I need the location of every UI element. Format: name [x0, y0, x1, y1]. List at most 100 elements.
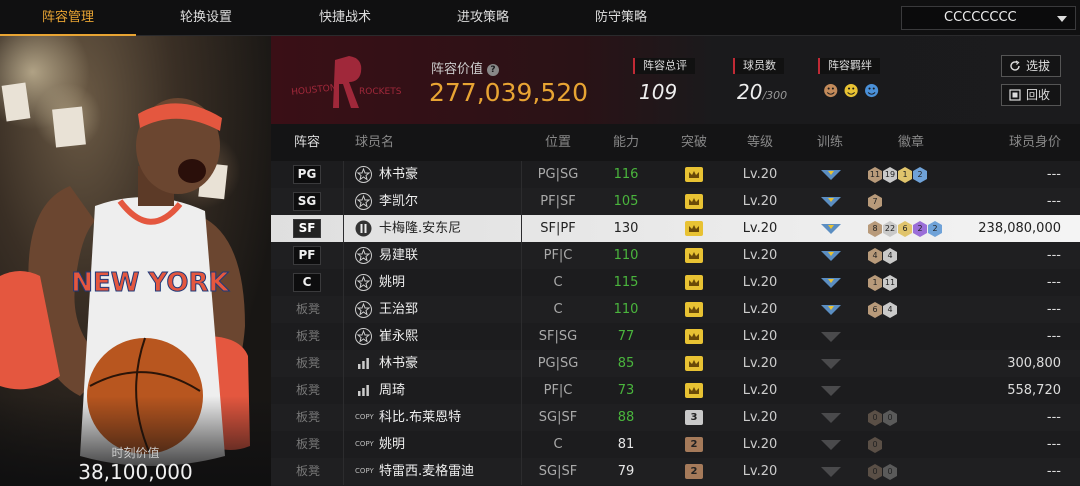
tab-defense-strategy[interactable]: 防守策略	[552, 0, 690, 36]
crown-icon[interactable]	[685, 275, 703, 290]
bond-people-icon[interactable]: ☻	[823, 82, 839, 100]
bond-people-icon[interactable]: ☻	[843, 82, 859, 100]
bench-slot-label[interactable]: 板凳	[293, 377, 323, 404]
header-level[interactable]: 等级	[729, 124, 791, 161]
bench-slot-label[interactable]: 板凳	[293, 296, 323, 323]
training-icon[interactable]	[820, 168, 842, 181]
badge-group[interactable]: 64	[868, 301, 898, 318]
account-dropdown[interactable]: CCCCCCCC	[901, 6, 1076, 30]
table-row[interactable]: SG 李凯尔 PF|SF 105 Lv.20 7 ---	[271, 188, 1080, 215]
crown-icon[interactable]	[685, 194, 703, 209]
training-icon[interactable]	[820, 411, 842, 424]
header-badges[interactable]: 徽章	[871, 124, 951, 161]
crown-icon[interactable]	[685, 248, 703, 263]
badge-hex-icon[interactable]: 6	[868, 302, 882, 318]
player-name[interactable]: 科比.布莱恩特	[379, 404, 461, 431]
player-name[interactable]: 易建联	[379, 242, 418, 269]
tab-quick-tactics[interactable]: 快捷战术	[276, 0, 414, 36]
bond-icons[interactable]: ☻ ☻ ☻	[823, 82, 879, 100]
badge-group[interactable]: 7	[868, 193, 883, 210]
badge-group[interactable]: 00	[868, 409, 898, 426]
badge-hex-icon[interactable]: 2	[928, 221, 942, 237]
position-slot-badge[interactable]: C	[293, 273, 321, 292]
header-slot[interactable]: 阵容	[271, 124, 343, 161]
header-training[interactable]: 训练	[799, 124, 861, 161]
crown-icon[interactable]	[685, 221, 703, 236]
badge-hex-icon[interactable]: 1	[898, 167, 912, 183]
player-name[interactable]: 崔永熙	[379, 323, 418, 350]
badge-hex-icon[interactable]: 0	[868, 464, 882, 480]
header-player-value[interactable]: 球员身价	[971, 124, 1061, 161]
tab-lineup-management[interactable]: 阵容管理	[0, 0, 136, 36]
table-row[interactable]: PF 易建联 PF|C 110 Lv.20 4 4 ---	[271, 242, 1080, 269]
header-player-name[interactable]: 球员名	[355, 124, 415, 161]
table-row[interactable]: PG 林书豪 PG|SG 116 Lv.20 11 19 1 2 ---	[271, 161, 1080, 188]
crown-icon[interactable]	[685, 302, 703, 317]
badge-hex-icon[interactable]: 19	[883, 167, 897, 183]
table-row[interactable]: 板凳 COPY 科比.布莱恩特 SG|SF 88 3 Lv.20 0 0 ---	[271, 404, 1080, 431]
bench-slot-label[interactable]: 板凳	[293, 458, 323, 485]
badge-hex-icon[interactable]: 4	[868, 248, 882, 264]
badge-hex-icon[interactable]: 0	[883, 464, 897, 480]
position-slot-badge[interactable]: SG	[293, 192, 321, 211]
table-row[interactable]: C 姚明 C 115 Lv.20 1 11 ---	[271, 269, 1080, 296]
badge-hex-icon[interactable]: 11	[883, 275, 897, 291]
badge-hex-icon[interactable]: 8	[868, 221, 882, 237]
crown-icon[interactable]	[685, 329, 703, 344]
table-row[interactable]: 板凳 林书豪 PG|SG 85 Lv.20 300,800	[271, 350, 1080, 377]
training-icon[interactable]	[820, 438, 842, 451]
badge-hex-icon[interactable]: 1	[868, 275, 882, 291]
bond-people-icon[interactable]: ☻	[864, 82, 880, 100]
crown-icon[interactable]	[685, 383, 703, 398]
breakthrough-level-badge[interactable]: 2	[685, 464, 703, 479]
bench-slot-label[interactable]: 板凳	[293, 431, 323, 458]
training-icon[interactable]	[820, 357, 842, 370]
player-name[interactable]: 周琦	[379, 377, 405, 404]
player-name[interactable]: 姚明	[379, 431, 405, 458]
badge-group[interactable]: 44	[868, 247, 898, 264]
help-icon[interactable]: ?	[487, 63, 500, 76]
badge-hex-icon[interactable]: 0	[868, 437, 882, 453]
header-breakthrough[interactable]: 突破	[663, 124, 725, 161]
crown-icon[interactable]	[685, 356, 703, 371]
badge-hex-icon[interactable]: 2	[913, 167, 927, 183]
player-name[interactable]: 王治郅	[379, 296, 418, 323]
training-icon[interactable]	[820, 249, 842, 262]
position-slot-badge[interactable]: PF	[293, 246, 321, 265]
tab-offense-strategy[interactable]: 进攻策略	[414, 0, 552, 36]
position-slot-badge[interactable]: SF	[293, 219, 321, 238]
table-row[interactable]: 板凳 崔永熙 SF|SG 77 Lv.20 ---	[271, 323, 1080, 350]
position-slot-badge[interactable]: PG	[293, 165, 321, 184]
badge-hex-icon[interactable]: 4	[883, 302, 897, 318]
training-icon[interactable]	[820, 465, 842, 478]
training-icon[interactable]	[820, 276, 842, 289]
badge-hex-icon[interactable]: 22	[883, 221, 897, 237]
bench-slot-label[interactable]: 板凳	[293, 350, 323, 377]
training-icon[interactable]	[820, 222, 842, 235]
badge-hex-icon[interactable]: 4	[883, 248, 897, 264]
badge-hex-icon[interactable]: 0	[868, 410, 882, 426]
badge-group[interactable]: 0	[868, 436, 883, 453]
badge-hex-icon[interactable]: 6	[898, 221, 912, 237]
badge-group[interactable]: 8 22 6 2 2	[868, 220, 943, 237]
player-name[interactable]: 林书豪	[379, 161, 418, 188]
table-row[interactable]: 板凳 COPY 姚明 C 81 2 Lv.20 0 ---	[271, 431, 1080, 458]
table-row[interactable]: SF 卡梅隆.安东尼 SF|PF 130 Lv.20 8 22 6 2 2 238,080,000	[271, 215, 1080, 242]
header-ability[interactable]: 能力	[595, 124, 657, 161]
player-name[interactable]: 李凯尔	[379, 188, 418, 215]
crown-icon[interactable]	[685, 167, 703, 182]
badge-hex-icon[interactable]: 2	[913, 221, 927, 237]
table-row[interactable]: 板凳 王治郅 C 110 Lv.20 6 4 ---	[271, 296, 1080, 323]
table-row[interactable]: 板凳 周琦 PF|C 73 Lv.20 558,720	[271, 377, 1080, 404]
player-name[interactable]: 卡梅隆.安东尼	[379, 215, 461, 242]
breakthrough-level-badge[interactable]: 2	[685, 437, 703, 452]
badge-hex-icon[interactable]: 0	[883, 410, 897, 426]
table-row[interactable]: 板凳 COPY 特雷西.麦格雷迪 SG|SF 79 2 Lv.20 0 0 ---	[271, 458, 1080, 485]
player-name[interactable]: 林书豪	[379, 350, 418, 377]
header-position[interactable]: 位置	[521, 124, 595, 161]
badge-group[interactable]: 11 19 1 2	[868, 166, 928, 183]
tab-rotation-settings[interactable]: 轮换设置	[136, 0, 276, 36]
badge-hex-icon[interactable]: 7	[868, 194, 882, 210]
bench-slot-label[interactable]: 板凳	[293, 323, 323, 350]
training-icon[interactable]	[820, 303, 842, 316]
